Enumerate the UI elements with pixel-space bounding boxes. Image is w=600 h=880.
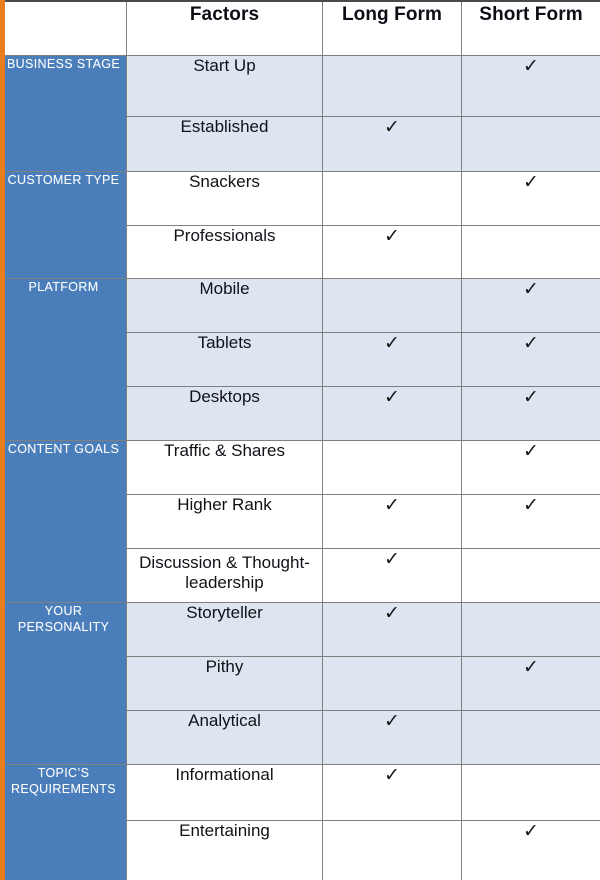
short-form-cell: ✓ [461, 54, 600, 117]
check-icon: ✓ [384, 548, 400, 570]
factor-cell: Pithy [126, 655, 323, 711]
table-row: BUSINESS STAGE Start Up ✓ ✓ [0, 54, 600, 172]
check-icon: ✓ [523, 494, 539, 516]
long-form-cell: ✓ [322, 54, 462, 117]
short-form-cell: ✓ [461, 170, 600, 226]
short-form-cell: ✓ [461, 115, 600, 172]
factor-cell: Entertaining [126, 819, 323, 880]
factor-cell: Storyteller [126, 601, 323, 657]
top-border-rule [5, 0, 600, 2]
check-icon: ✓ [384, 332, 400, 354]
factor-cell: Informational [126, 763, 323, 821]
check-icon: ✓ [384, 225, 400, 247]
check-icon: ✓ [384, 710, 400, 732]
factor-cell: Start Up [126, 54, 323, 117]
check-icon: ✓ [523, 440, 539, 462]
category-label: CONTENT GOALS [7, 441, 120, 456]
matrix-body: Factors Long Form Short Form BUSINESS ST… [0, 0, 600, 880]
factor-cell: Established [126, 115, 323, 172]
long-form-cell: ✓ [322, 385, 462, 441]
factor-cell: Snackers [126, 170, 323, 226]
long-form-cell: ✓ [322, 547, 462, 603]
category-label: TOPIC’S REQUIREMENTS [11, 765, 116, 796]
header-cell-short-form: Short Form [461, 0, 600, 56]
category-cell-business-stage: BUSINESS STAGE [0, 54, 127, 172]
table-row: YOUR PERSONALITY Storyteller ✓ ✓ [0, 601, 600, 765]
short-form-cell: ✓ [461, 331, 600, 387]
left-accent-stripe [0, 0, 5, 880]
short-form-cell: ✓ [461, 763, 600, 821]
short-form-cell: ✓ [461, 439, 600, 495]
long-form-cell: ✓ [322, 493, 462, 549]
factor-cell: Mobile [126, 277, 323, 333]
check-icon: ✓ [523, 278, 539, 300]
short-form-cell: ✓ [461, 655, 600, 711]
short-form-cell: ✓ [461, 819, 600, 880]
table-header-row: Factors Long Form Short Form [0, 0, 600, 56]
factor-cell: Desktops [126, 385, 323, 441]
table-row: CUSTOMER TYPE Snackers ✓ ✓ [0, 170, 600, 279]
header-cell-factors: Factors [126, 0, 323, 56]
short-form-cell: ✓ [461, 224, 600, 279]
check-icon: ✓ [384, 764, 400, 786]
check-icon: ✓ [523, 656, 539, 678]
category-cell-content-goals: CONTENT GOALS [0, 439, 127, 603]
short-form-cell: ✓ [461, 709, 600, 765]
check-icon: ✓ [523, 820, 539, 842]
short-form-cell: ✓ [461, 547, 600, 603]
category-label: BUSINESS STAGE [6, 56, 121, 71]
long-form-cell: ✓ [322, 439, 462, 495]
category-label: PLATFORM [28, 279, 99, 294]
factor-cell: Professionals [126, 224, 323, 279]
table-row: PLATFORM Mobile ✓ ✓ [0, 277, 600, 441]
long-form-cell: ✓ [322, 655, 462, 711]
factor-cell: Higher Rank [126, 493, 323, 549]
check-icon: ✓ [384, 494, 400, 516]
long-vs-short-form-matrix: Factors Long Form Short Form BUSINESS ST… [0, 0, 600, 880]
factor-cell: Discussion & Thought-leadership [126, 547, 323, 603]
short-form-cell: ✓ [461, 601, 600, 657]
short-form-cell: ✓ [461, 277, 600, 333]
long-form-cell: ✓ [322, 170, 462, 226]
category-label: CUSTOMER TYPE [7, 172, 120, 187]
check-icon: ✓ [384, 602, 400, 624]
check-icon: ✓ [384, 116, 400, 138]
category-label: YOUR PERSONALITY [17, 603, 110, 634]
long-form-cell: ✓ [322, 763, 462, 821]
factor-cell: Traffic & Shares [126, 439, 323, 495]
check-icon: ✓ [523, 332, 539, 354]
header-cell-long-form: Long Form [322, 0, 462, 56]
check-icon: ✓ [523, 386, 539, 408]
long-form-cell: ✓ [322, 601, 462, 657]
long-form-cell: ✓ [322, 224, 462, 279]
long-form-cell: ✓ [322, 277, 462, 333]
category-cell-topics-requirements: TOPIC’S REQUIREMENTS [0, 763, 127, 880]
long-form-cell: ✓ [322, 709, 462, 765]
comparison-matrix-page: Factors Long Form Short Form BUSINESS ST… [0, 0, 600, 880]
check-icon: ✓ [384, 386, 400, 408]
short-form-cell: ✓ [461, 385, 600, 441]
table-row: CONTENT GOALS Traffic & Shares ✓ ✓ [0, 439, 600, 603]
category-cell-customer-type: CUSTOMER TYPE [0, 170, 127, 279]
table-row: TOPIC’S REQUIREMENTS Informational ✓ ✓ [0, 763, 600, 880]
check-icon: ✓ [523, 171, 539, 193]
long-form-cell: ✓ [322, 115, 462, 172]
factor-cell: Analytical [126, 709, 323, 765]
category-cell-platform: PLATFORM [0, 277, 127, 441]
short-form-cell: ✓ [461, 493, 600, 549]
check-icon: ✓ [523, 55, 539, 77]
long-form-cell: ✓ [322, 331, 462, 387]
factor-cell: Tablets [126, 331, 323, 387]
long-form-cell: ✓ [322, 819, 462, 880]
category-cell-your-personality: YOUR PERSONALITY [0, 601, 127, 765]
header-cell-blank [0, 0, 127, 56]
